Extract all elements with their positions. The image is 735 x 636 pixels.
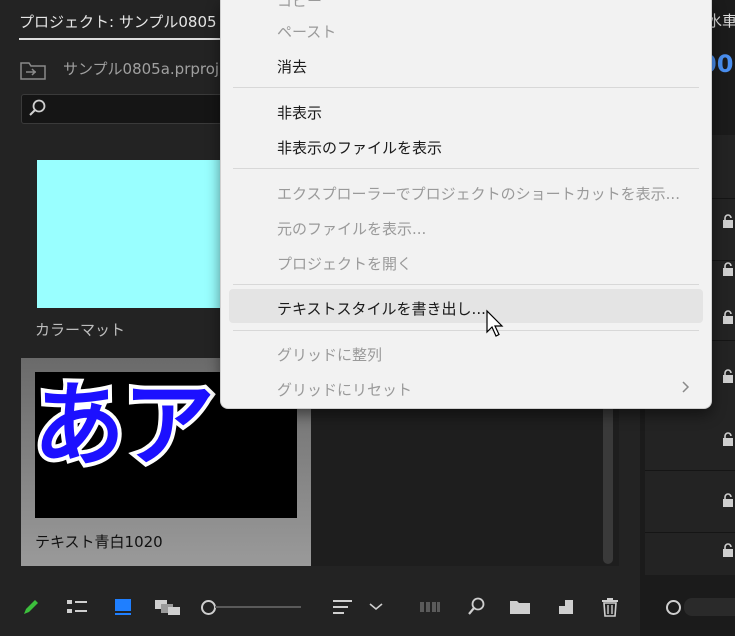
lock-icon[interactable]: [721, 262, 735, 276]
freeform-view-icon[interactable]: [154, 596, 182, 618]
new-bin-icon[interactable]: [509, 596, 531, 618]
icon-view-icon[interactable]: [113, 596, 135, 618]
menu-item-clear[interactable]: 消去: [277, 56, 307, 77]
project-path: サンプル0805a.prproj: [63, 60, 220, 78]
folder-icon[interactable]: [20, 60, 46, 80]
lock-icon[interactable]: [721, 543, 735, 557]
menu-item-reset-to-grid[interactable]: グリッドにリセット: [277, 379, 412, 400]
panel-tab-underline: [19, 38, 239, 40]
menu-separator: [233, 168, 699, 169]
timeline-zoom-scrollbar[interactable]: [684, 598, 735, 616]
context-menu: コピー ペースト 消去 非表示 非表示のファイルを表示 エクスプローラーでプロジ…: [220, 0, 712, 409]
thumbnail-text: あア: [29, 372, 219, 479]
menu-item-align-to-grid[interactable]: グリッドに整列: [277, 344, 382, 365]
timeline-zoom-knob[interactable]: [666, 600, 681, 615]
menu-item-paste[interactable]: ペースト: [277, 21, 336, 42]
find-icon[interactable]: [466, 596, 488, 618]
sort-icon[interactable]: [332, 596, 354, 618]
new-item-icon[interactable]: [555, 596, 577, 618]
trash-icon[interactable]: [599, 596, 621, 618]
menu-item-show-hidden-files[interactable]: 非表示のファイルを表示: [277, 137, 442, 158]
menu-item-copy[interactable]: コピー: [277, 0, 322, 11]
track-divider: [645, 532, 735, 533]
lock-icon[interactable]: [721, 493, 735, 507]
bottom-toolbar: [0, 584, 640, 628]
lock-icon[interactable]: [721, 310, 735, 324]
menu-separator: [233, 87, 699, 88]
search-icon: [29, 99, 46, 116]
color-matte-thumbnail[interactable]: [37, 160, 227, 308]
chevron-down-icon[interactable]: [368, 596, 384, 618]
list-view-icon[interactable]: [66, 596, 88, 618]
search-input[interactable]: [21, 94, 243, 124]
zoom-slider[interactable]: [215, 606, 301, 608]
menu-item-open-project[interactable]: プロジェクトを開く: [277, 253, 412, 274]
lock-icon[interactable]: [721, 214, 735, 228]
automate-icon[interactable]: [419, 596, 441, 618]
track-divider: [645, 470, 735, 471]
mouse-cursor-icon: [486, 309, 504, 337]
menu-item-reveal-original[interactable]: 元のファイルを表示...: [277, 218, 426, 239]
media-tile-label: カラーマット: [35, 321, 126, 339]
menu-item-export-text-styles[interactable]: テキストスタイルを書き出し...: [277, 298, 486, 319]
lock-icon[interactable]: [721, 432, 735, 446]
menu-item-hide[interactable]: 非表示: [277, 102, 322, 123]
media-tile-label: テキスト青白1020: [35, 533, 163, 551]
pencil-icon[interactable]: [20, 596, 42, 618]
menu-separator: [233, 330, 699, 331]
lock-icon[interactable]: [721, 369, 735, 383]
chevron-right-icon: [682, 381, 690, 393]
menu-item-show-shortcut-in-explorer[interactable]: エクスプローラーでプロジェクトのショートカットを表示...: [277, 183, 680, 204]
menu-separator: [233, 284, 699, 285]
zoom-slider-knob[interactable]: [201, 600, 216, 615]
panel-title[interactable]: プロジェクト: サンプル0805: [19, 11, 217, 32]
